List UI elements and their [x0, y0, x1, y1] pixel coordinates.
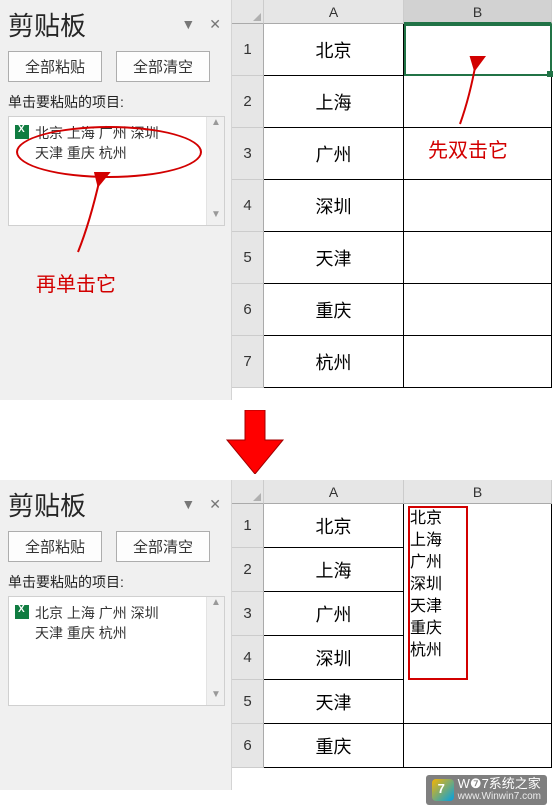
- cell-A4[interactable]: 深圳: [264, 180, 404, 232]
- paste-all-button[interactable]: 全部粘贴: [8, 51, 102, 82]
- clipboard-item-text: 北京 上海 广州 深圳 天津 重庆 杭州: [35, 123, 159, 163]
- paste-all-button[interactable]: 全部粘贴: [8, 531, 102, 562]
- close-icon[interactable]: ✕: [209, 496, 221, 513]
- dropdown-icon[interactable]: ▼: [181, 496, 195, 513]
- watermark-icon: [432, 779, 454, 801]
- clipboard-section-label: 单击要粘贴的项目:: [8, 572, 225, 592]
- clipboard-title: 剪贴板: [8, 486, 86, 523]
- row-header[interactable]: 7: [232, 336, 264, 388]
- clipboard-item[interactable]: 北京 上海 广州 深圳 天津 重庆 杭州: [15, 123, 218, 163]
- cell-B6[interactable]: [404, 724, 552, 768]
- watermark-text: W❼7系统之家 www.Winwin7.com: [458, 777, 541, 803]
- clipboard-item[interactable]: 北京 上海 广州 深圳 天津 重庆 杭州: [15, 603, 218, 643]
- dropdown-icon[interactable]: ▼: [181, 16, 195, 33]
- clipboard-pane: 剪贴板 ▼ ✕ 全部粘贴 全部清空 单击要粘贴的项目: 北京 上海 广州 深圳 …: [0, 480, 232, 790]
- excel-icon: [15, 125, 29, 139]
- scroll-up-icon[interactable]: ▲: [209, 117, 223, 133]
- cell-B5[interactable]: [404, 232, 552, 284]
- row-header[interactable]: 4: [232, 180, 264, 232]
- cell-A4[interactable]: 深圳: [264, 636, 404, 680]
- cell-B4[interactable]: [404, 180, 552, 232]
- scroll-down-icon[interactable]: ▼: [209, 689, 223, 705]
- cell-A3[interactable]: 广州: [264, 128, 404, 180]
- cell-A6[interactable]: 重庆: [264, 284, 404, 336]
- scrollbar[interactable]: ▲ ▼: [206, 117, 224, 225]
- row-header[interactable]: 5: [232, 232, 264, 284]
- watermark: W❼7系统之家 www.Winwin7.com: [426, 775, 547, 805]
- cell-A6[interactable]: 重庆: [264, 724, 404, 768]
- select-all-corner[interactable]: [232, 0, 264, 24]
- row-header[interactable]: 5: [232, 680, 264, 724]
- col-header-B[interactable]: B: [404, 0, 552, 24]
- cell-A5[interactable]: 天津: [264, 232, 404, 284]
- col-header-A[interactable]: A: [264, 0, 404, 24]
- row-header[interactable]: 3: [232, 128, 264, 180]
- cell-A2[interactable]: 上海: [264, 548, 404, 592]
- clipboard-items-area: 北京 上海 广州 深圳 天津 重庆 杭州 ▲ ▼: [8, 116, 225, 226]
- scroll-up-icon[interactable]: ▲: [209, 597, 223, 613]
- spreadsheet-bottom: A B 1 2 3 4 5 6 北京北京 上海 广州 深圳 天津 重庆 杭州 上…: [232, 480, 553, 790]
- cell-B6[interactable]: [404, 284, 552, 336]
- cell-B7[interactable]: [404, 336, 552, 388]
- clipboard-section-label: 单击要粘贴的项目:: [8, 92, 225, 112]
- cell-A1[interactable]: 北京: [264, 24, 404, 76]
- select-all-corner[interactable]: [232, 480, 264, 504]
- scroll-down-icon[interactable]: ▼: [209, 209, 223, 225]
- cell-A1[interactable]: 北京: [264, 504, 404, 548]
- excel-icon: [15, 605, 29, 619]
- clipboard-item-text: 北京 上海 广州 深圳 天津 重庆 杭州: [35, 603, 159, 643]
- big-down-arrow-icon: [225, 410, 285, 474]
- row-header[interactable]: 3: [232, 592, 264, 636]
- clipboard-title: 剪贴板: [8, 6, 86, 43]
- row-header[interactable]: 2: [232, 548, 264, 592]
- clear-all-button[interactable]: 全部清空: [116, 51, 210, 82]
- cell-A7[interactable]: 杭州: [264, 336, 404, 388]
- row-header[interactable]: 1: [232, 24, 264, 76]
- row-header[interactable]: 6: [232, 724, 264, 768]
- col-header-B[interactable]: B: [404, 480, 552, 504]
- cell-B1[interactable]: [404, 24, 552, 76]
- close-icon[interactable]: ✕: [209, 16, 221, 33]
- clear-all-button[interactable]: 全部清空: [116, 531, 210, 562]
- spreadsheet-top: A B 1 2 3 4 5 6 7 北京 上海 广州 深圳 天津 重庆 杭州 先…: [232, 0, 553, 400]
- cell-A3[interactable]: 广州: [264, 592, 404, 636]
- row-header[interactable]: 6: [232, 284, 264, 336]
- clipboard-pane: 剪贴板 ▼ ✕ 全部粘贴 全部清空 单击要粘贴的项目: 北京 上海 广州 深圳 …: [0, 0, 232, 400]
- row-header[interactable]: 2: [232, 76, 264, 128]
- cell-A5[interactable]: 天津: [264, 680, 404, 724]
- col-header-A[interactable]: A: [264, 480, 404, 504]
- cell-B1-edit[interactable]: 北京 上海 广州 深圳 天津 重庆 杭州: [404, 504, 552, 704]
- row-header[interactable]: 1: [232, 504, 264, 548]
- row-header[interactable]: 4: [232, 636, 264, 680]
- scrollbar[interactable]: ▲ ▼: [206, 597, 224, 705]
- annotation-then-click: 再单击它: [36, 268, 116, 297]
- cell-A2[interactable]: 上海: [264, 76, 404, 128]
- cell-B3[interactable]: [404, 128, 552, 180]
- clipboard-items-area: 北京 上海 广州 深圳 天津 重庆 杭州 ▲ ▼: [8, 596, 225, 706]
- cell-B2[interactable]: [404, 76, 552, 128]
